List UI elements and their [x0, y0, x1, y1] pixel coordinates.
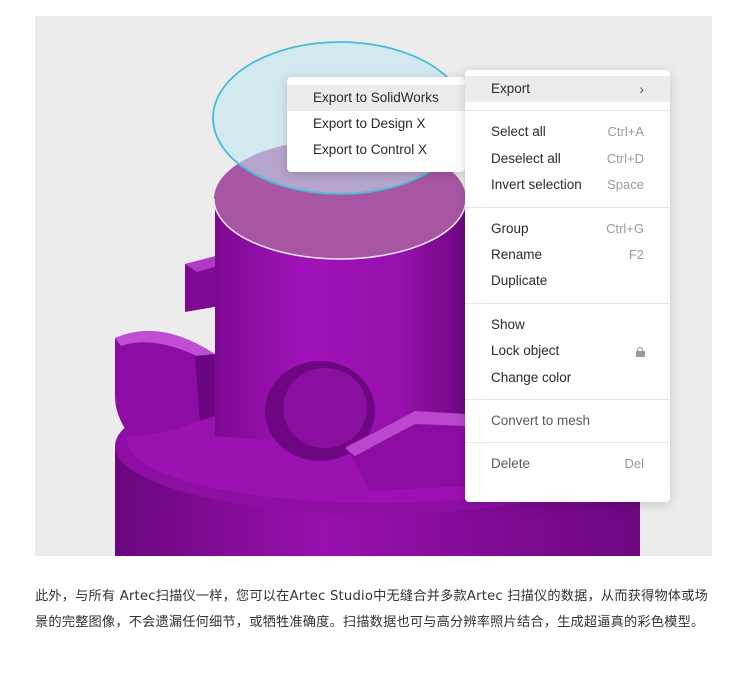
menu-item-label: Lock object — [491, 343, 560, 359]
menu-item-label: Convert to mesh — [491, 412, 591, 428]
menu-item-export-label: Export — [491, 81, 531, 96]
menu-separator — [465, 206, 670, 208]
menu-separator — [465, 442, 670, 444]
export-design-x-item[interactable]: Export to Design X — [287, 111, 465, 137]
menu-item-label: Rename — [491, 246, 543, 262]
chevron-right-icon: › — [639, 81, 644, 97]
menu-item-label: Change color — [491, 369, 572, 385]
menu-item-change-color[interactable]: Change color — [465, 365, 670, 391]
shortcut-label: Ctrl+D — [606, 150, 644, 166]
context-menu: Export › Select all Ctrl+A Deselect all … — [465, 70, 670, 502]
menu-separator — [465, 110, 670, 112]
export-control-x-item[interactable]: Export to Control X — [287, 137, 465, 163]
menu-item-group[interactable]: Group Ctrl+G — [465, 216, 670, 242]
menu-item-duplicate[interactable]: Duplicate — [465, 268, 670, 294]
menu-item-label: Delete — [491, 456, 531, 472]
menu-item-label: Select all — [491, 124, 546, 140]
menu-item-label: Invert selection — [491, 177, 582, 193]
caption-text: 此外，与所有 Artec扫描仪一样，您可以在Artec Studio中无缝合并多… — [35, 589, 709, 630]
menu-item-select-all[interactable]: Select all Ctrl+A — [465, 119, 670, 145]
menu-separator — [465, 398, 670, 400]
menu-item-label: Deselect all — [491, 150, 561, 166]
menu-item-show[interactable]: Show — [465, 312, 670, 338]
shortcut-label: Del — [624, 456, 644, 472]
menu-item-delete[interactable]: Delete Del — [465, 451, 670, 477]
shortcut-label: Ctrl+G — [606, 220, 644, 236]
3d-viewport[interactable]: Export to SolidWorks Export to Design X … — [35, 16, 712, 556]
menu-item-invert-selection[interactable]: Invert selection Space — [465, 172, 670, 198]
menu-item-convert-to-mesh[interactable]: Convert to mesh — [465, 408, 670, 434]
menu-item-export[interactable]: Export › — [465, 76, 670, 103]
lock-icon — [636, 347, 645, 358]
shortcut-label: F2 — [628, 246, 644, 262]
menu-item-rename[interactable]: Rename F2 — [465, 242, 670, 268]
menu-item-deselect-all[interactable]: Deselect all Ctrl+D — [465, 146, 670, 172]
menu-item-lock-object[interactable]: Lock object — [465, 338, 670, 364]
menu-item-label: Show — [491, 316, 525, 332]
export-submenu: Export to SolidWorks Export to Design X … — [287, 77, 465, 172]
shortcut-label: Space — [607, 177, 644, 193]
export-solidworks-item[interactable]: Export to SolidWorks — [287, 85, 465, 111]
menu-item-label: Duplicate — [491, 273, 548, 289]
shortcut-label: Ctrl+A — [607, 124, 644, 140]
menu-separator — [465, 302, 670, 304]
menu-item-label: Group — [491, 220, 529, 236]
